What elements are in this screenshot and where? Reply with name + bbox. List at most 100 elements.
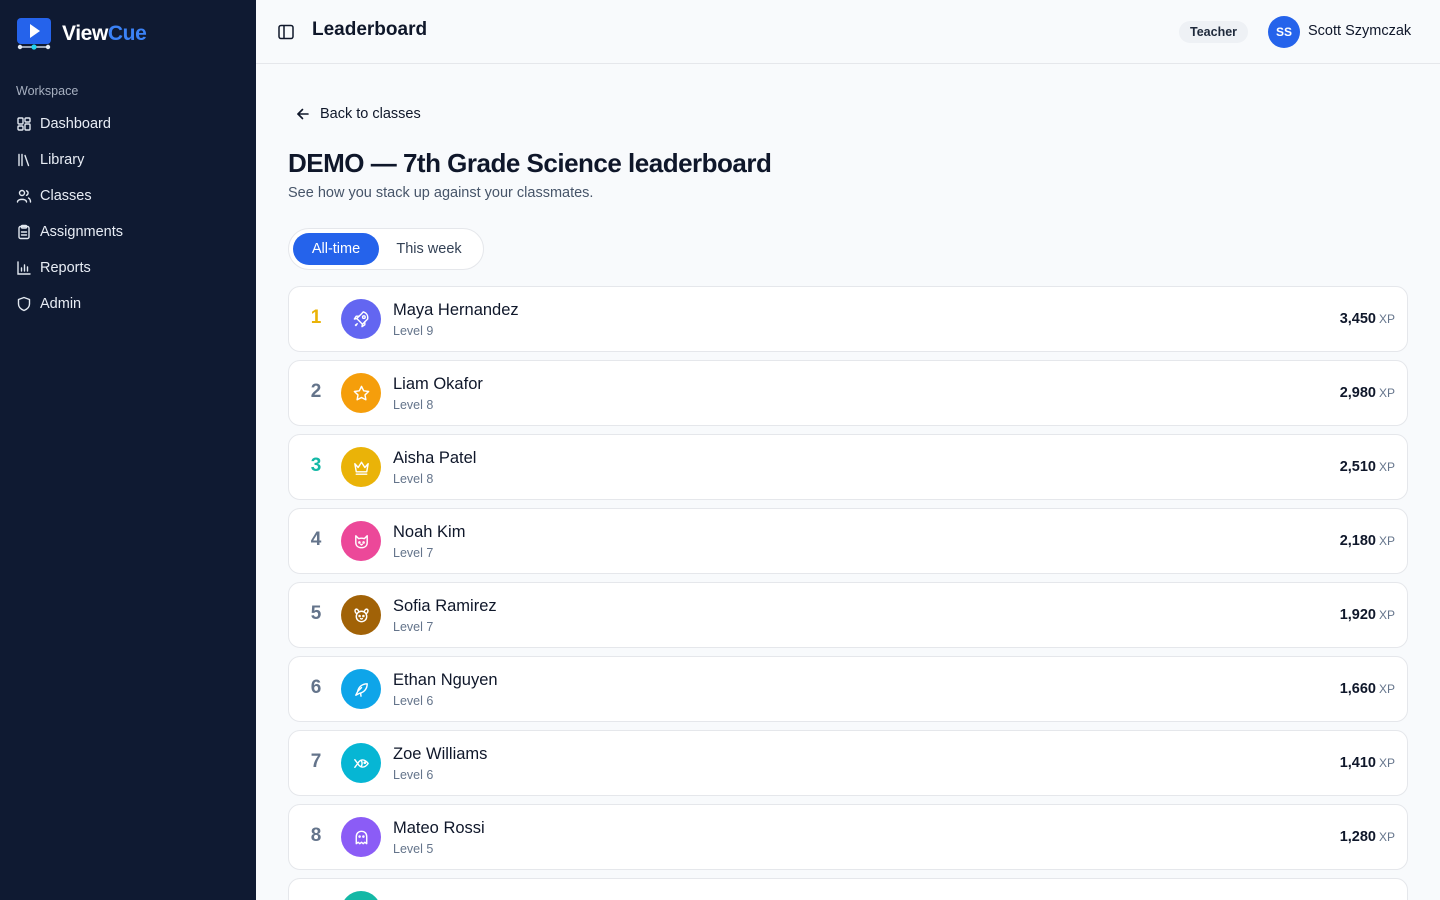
rank-number: 5 — [310, 603, 322, 624]
sidebar-nav: Dashboard Library Classes Assignments Re… — [8, 106, 248, 322]
student-level: Level 7 — [393, 620, 434, 634]
leaderboard-row[interactable]: 6 Ethan Nguyen Level 6 1,660 XP — [288, 656, 1408, 722]
sidebar: ViewCue Workspace Dashboard Library Clas… — [0, 0, 256, 900]
back-to-classes-link[interactable]: Back to classes — [288, 100, 421, 128]
student-name: Maya Hernandez — [393, 301, 519, 319]
sidebar-item-label: Admin — [40, 296, 82, 312]
student-avatar — [341, 891, 381, 900]
sidebar-item-label: Assignments — [40, 224, 124, 240]
xp-score: 1,410 XP — [1340, 755, 1395, 771]
xp-score: 2,510 XP — [1340, 459, 1395, 475]
sidebar-item-dashboard[interactable]: Dashboard — [8, 106, 248, 142]
xp-unit: XP — [1378, 682, 1395, 696]
student-avatar — [341, 669, 381, 709]
student-level: Level 5 — [393, 842, 434, 856]
bird-icon — [354, 682, 368, 697]
user-avatar[interactable]: SS — [1268, 16, 1300, 48]
xp-value: 2,180 — [1339, 533, 1376, 549]
xp-unit: XP — [1378, 312, 1395, 326]
leaderboard-row[interactable]: 2 Liam Okafor Level 8 2,980 XP — [288, 360, 1408, 426]
sidebar-item-label: Classes — [40, 188, 92, 204]
sidebar-toggle-icon[interactable] — [276, 22, 296, 42]
cat-icon — [354, 534, 368, 548]
student-name: Liam Okafor — [393, 375, 483, 393]
rocket-icon — [353, 310, 368, 327]
xp-value: 1,920 — [1339, 607, 1376, 623]
brand-name-first: View — [62, 22, 108, 45]
tab-this-week[interactable]: This week — [383, 233, 475, 265]
student-avatar — [341, 373, 381, 413]
rank-number: 3 — [310, 455, 322, 476]
xp-value: 3,450 — [1339, 311, 1376, 327]
brand-name: ViewCue — [62, 22, 147, 46]
workspace-section-label: Workspace — [16, 84, 79, 98]
leaderboard-subheading: See how you stack up against your classm… — [288, 185, 594, 201]
xp-score: 3,450 XP — [1340, 311, 1395, 327]
sidebar-item-label: Dashboard — [40, 116, 111, 132]
xp-unit: XP — [1378, 608, 1395, 622]
xp-score: 1,280 XP — [1340, 829, 1395, 845]
users-icon — [16, 189, 32, 203]
brand[interactable]: ViewCue — [16, 18, 147, 50]
leaderboard-row[interactable]: 8 Mateo Rossi Level 5 1,280 XP — [288, 804, 1408, 870]
rank-number: 7 — [310, 751, 322, 772]
xp-score: 2,980 XP — [1340, 385, 1395, 401]
time-range-tabs: All-time This week — [288, 228, 484, 270]
xp-unit: XP — [1378, 386, 1395, 400]
leaderboard-row[interactable]: 3 Aisha Patel Level 8 2,510 XP — [288, 434, 1408, 500]
xp-unit: XP — [1378, 756, 1395, 770]
leaderboard-row[interactable]: 5 Sofia Ramirez Level 7 1,920 XP — [288, 582, 1408, 648]
fish-icon — [353, 758, 369, 768]
leaderboard-list: 1 Maya Hernandez Level 9 3,450 XP 2 Liam Okafo… — [288, 286, 1408, 900]
leaderboard-row[interactable]: 1 Maya Hernandez Level 9 3,450 XP — [288, 286, 1408, 352]
sidebar-item-library[interactable]: Library — [8, 142, 248, 178]
student-name: Ethan Nguyen — [393, 671, 498, 689]
student-level: Level 6 — [393, 768, 434, 782]
leaderboard-row[interactable] — [288, 878, 1408, 900]
sidebar-item-label: Reports — [40, 260, 91, 276]
student-level: Level 7 — [393, 546, 434, 560]
sidebar-item-assignments[interactable]: Assignments — [8, 214, 248, 250]
student-avatar — [341, 595, 381, 635]
crown-icon — [353, 461, 369, 475]
student-name: Noah Kim — [393, 523, 466, 541]
sidebar-item-admin[interactable]: Admin — [8, 286, 248, 322]
student-name: Aisha Patel — [393, 449, 477, 467]
leaderboard-row[interactable]: 7 Zoe Williams Level 6 1,410 XP — [288, 730, 1408, 796]
ghost-icon — [355, 830, 367, 844]
student-level: Level 9 — [393, 324, 434, 338]
student-level: Level 8 — [393, 398, 434, 412]
student-avatar — [341, 817, 381, 857]
rank-number: 2 — [310, 381, 322, 402]
tab-all-time[interactable]: All-time — [293, 233, 379, 265]
sidebar-item-classes[interactable]: Classes — [8, 178, 248, 214]
role-badge: Teacher — [1179, 21, 1249, 43]
xp-unit: XP — [1378, 830, 1395, 844]
top-bar: Leaderboard Teacher SS Scott Szymczak — [256, 0, 1440, 64]
student-name: Sofia Ramirez — [393, 597, 497, 615]
student-avatar — [341, 447, 381, 487]
rank-number: 6 — [310, 677, 322, 698]
xp-value: 2,510 — [1339, 459, 1376, 475]
xp-score: 1,660 XP — [1340, 681, 1395, 697]
xp-value: 1,660 — [1339, 681, 1376, 697]
rank-number: 1 — [310, 307, 322, 328]
student-avatar — [341, 743, 381, 783]
xp-unit: XP — [1378, 534, 1395, 548]
sidebar-item-reports[interactable]: Reports — [8, 250, 248, 286]
student-level: Level 6 — [393, 694, 434, 708]
xp-score: 2,180 XP — [1340, 533, 1395, 549]
xp-value: 1,410 — [1339, 755, 1376, 771]
xp-unit: XP — [1378, 460, 1395, 474]
page-title: Leaderboard — [312, 19, 428, 40]
dog-icon — [353, 607, 369, 622]
user-name[interactable]: Scott Szymczak — [1308, 23, 1411, 39]
viewcue-logo-icon — [16, 18, 52, 50]
student-level: Level 8 — [393, 472, 434, 486]
xp-value: 2,980 — [1339, 385, 1376, 401]
student-avatar — [341, 521, 381, 561]
leaderboard-row[interactable]: 4 Noah Kim Level 7 2,180 XP — [288, 508, 1408, 574]
dashboard-icon — [17, 117, 31, 131]
sidebar-item-label: Library — [40, 152, 85, 168]
xp-value: 1,280 — [1339, 829, 1376, 845]
